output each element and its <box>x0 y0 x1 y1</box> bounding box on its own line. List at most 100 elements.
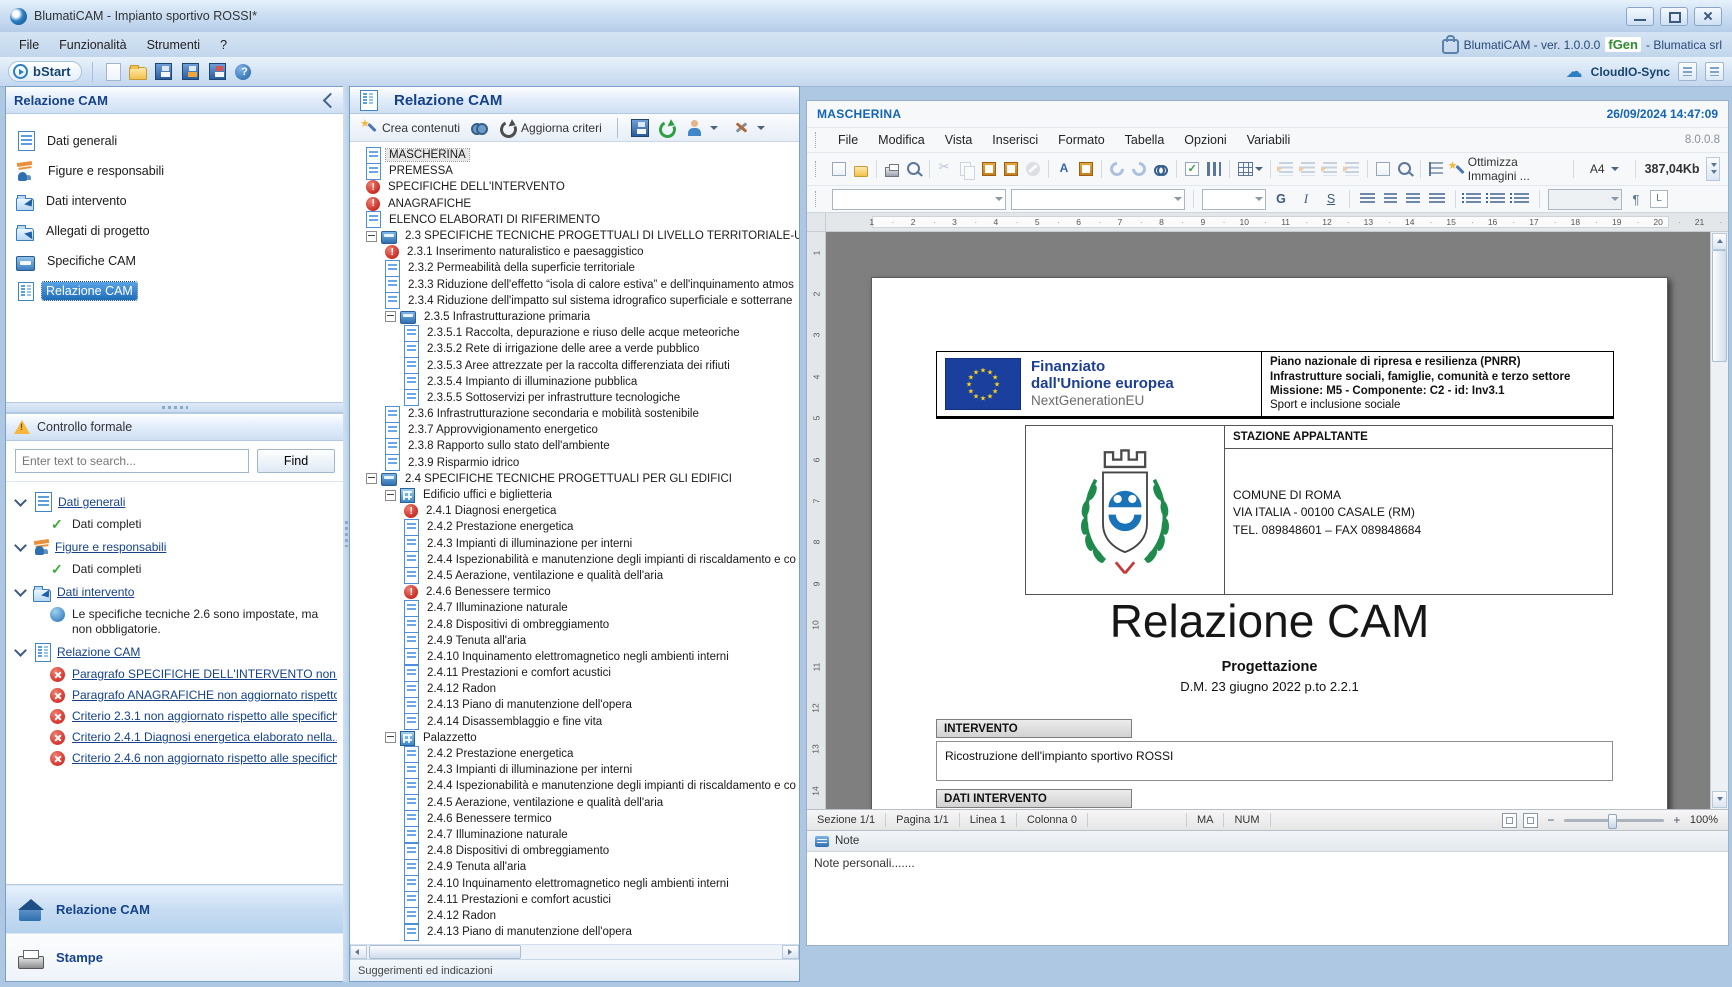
tree-item[interactable]: 2.4.3 Impianti di illuminazione per inte… <box>352 536 799 552</box>
scrollbar-thumb[interactable] <box>1712 250 1727 362</box>
justify-button[interactable] <box>1429 193 1445 205</box>
align-center-button[interactable] <box>1384 193 1397 205</box>
align-left-button[interactable] <box>1360 193 1375 205</box>
tree-item[interactable]: 2.4 SPECIFICHE TECNICHE PROGETTUALI PER … <box>352 471 799 487</box>
page-format-select[interactable]: A4 <box>1583 159 1626 179</box>
zoom-in-button[interactable]: + <box>1670 814 1684 826</box>
editor-menu-item[interactable]: Inserisci <box>983 131 1047 149</box>
tree-item[interactable]: 2.4.9 Tenuta all'aria <box>352 859 799 875</box>
tree-item[interactable]: 2.4.12 Radon <box>352 908 799 924</box>
tree-item[interactable]: 2.4.8 Dispositivi di ombreggiamento <box>352 843 799 859</box>
controllo-group-link[interactable]: Dati intervento <box>57 585 134 599</box>
tree-item[interactable]: 2.3.5 Infrastrutturazione primaria <box>352 309 799 325</box>
save-button[interactable] <box>155 63 172 80</box>
controllo-message[interactable]: Criterio 2.4.6 non aggiornato rispetto a… <box>12 748 338 769</box>
tree-item[interactable]: 2.4.1 Diagnosi energetica <box>352 503 799 519</box>
decrease-indent-button[interactable] <box>1276 159 1296 179</box>
tree-item[interactable]: 2.3 SPECIFICHE TECNICHE PROGETTUALI DI L… <box>352 228 799 244</box>
tree-item[interactable]: 2.3.5.4 Impianto di illuminazione pubbli… <box>352 374 799 390</box>
tools-menu-button[interactable] <box>729 117 769 138</box>
aggiorna-criteri-button[interactable]: Aggiorna criteri <box>495 117 606 139</box>
tree-expander-icon[interactable] <box>366 473 377 484</box>
spellcheck-button[interactable] <box>1182 159 1202 179</box>
bottom-nav-item[interactable]: Relazione CAM <box>6 885 344 933</box>
controllo-message[interactable]: Paragrafo ANAGRAFICHE non aggiornato ris… <box>12 685 338 706</box>
controllo-message[interactable]: Dati completi <box>12 559 338 580</box>
tree-item[interactable]: Edificio uffici e biglietteria <box>352 487 799 503</box>
tree-item[interactable]: 2.3.5.2 Rete di irrigazione delle aree a… <box>352 341 799 357</box>
horizontal-ruler[interactable]: 123456789101112131415161718192021 <box>807 213 1728 232</box>
note-textarea[interactable]: Note personali....... <box>807 852 1728 945</box>
font-size-select[interactable] <box>1202 189 1266 210</box>
sidebar-item[interactable]: Dati generali <box>6 126 344 156</box>
paste-text-button[interactable] <box>1001 159 1021 179</box>
zoom-slider[interactable] <box>1564 819 1664 822</box>
search-contents-button[interactable] <box>471 119 488 136</box>
multilevel-list-button[interactable] <box>1514 193 1529 205</box>
editor-menu-item[interactable]: Formato <box>1049 131 1114 149</box>
contact-card-button[interactable] <box>1678 62 1697 81</box>
zoom-out-button[interactable]: − <box>1544 814 1558 826</box>
tree-item[interactable]: 2.3.2 Permeabilità della superficie terr… <box>352 260 799 276</box>
tree-expander-icon[interactable] <box>385 732 396 743</box>
tree-item[interactable]: 2.3.5.3 Aree attrezzate per la raccolta … <box>352 357 799 373</box>
controllo-message[interactable]: Dati completi <box>12 514 338 535</box>
editor-menu-item[interactable]: Variabili <box>1238 131 1300 149</box>
editor-menu-item[interactable]: File <box>829 131 867 149</box>
horizontal-scrollbar[interactable] <box>350 944 799 959</box>
fit-page-icon[interactable] <box>1502 813 1517 828</box>
italic-button[interactable]: I <box>1296 189 1316 209</box>
editor-menu-item[interactable]: Opzioni <box>1175 131 1235 149</box>
tree-item[interactable]: 2.4.12 Radon <box>352 681 799 697</box>
collapse-sidebar-icon[interactable] <box>323 92 339 108</box>
bullet-list-button[interactable] <box>1466 193 1481 205</box>
tree-item[interactable]: PREMESSA <box>352 163 799 179</box>
tree-item[interactable]: 2.3.3 Riduzione dell'effetto “isola di c… <box>352 277 799 293</box>
sidebar-item[interactable]: Dati intervento <box>6 186 344 216</box>
tree-expander-icon[interactable] <box>366 231 377 242</box>
tree-item[interactable]: ELENCO ELABORATI DI RIFERIMENTO <box>352 212 799 228</box>
cut-button[interactable] <box>935 159 955 179</box>
redo-button[interactable] <box>1129 159 1149 179</box>
open-document-button[interactable] <box>851 159 871 179</box>
tree-item[interactable]: 2.4.7 Illuminazione naturale <box>352 827 799 843</box>
tree-item[interactable]: 2.4.9 Tenuta all'aria <box>352 633 799 649</box>
close-button[interactable] <box>1694 7 1722 26</box>
insert-table-button[interactable] <box>1235 159 1265 179</box>
numbered-list-button[interactable] <box>1490 193 1505 205</box>
find-button[interactable] <box>1151 159 1171 179</box>
controllo-message[interactable]: Paragrafo SPECIFICHE DELL'INTERVENTO non… <box>12 664 338 685</box>
controllo-group-link[interactable]: Dati generali <box>58 495 125 509</box>
show-formatting-button[interactable]: ¶ <box>1627 192 1645 207</box>
increase-indent-button[interactable] <box>1298 159 1318 179</box>
style-select[interactable] <box>1548 189 1622 210</box>
fit-width-icon[interactable] <box>1523 813 1538 828</box>
sidebar-item[interactable]: Figure e responsabili <box>6 156 344 186</box>
tree-item[interactable]: 2.4.8 Dispositivi di ombreggiamento <box>352 616 799 632</box>
outdent-button[interactable] <box>1342 159 1362 179</box>
document-map-button[interactable] <box>1426 159 1446 179</box>
print-button[interactable] <box>882 159 902 179</box>
user-menu-button[interactable] <box>682 117 722 138</box>
tree-item[interactable]: 2.4.10 Inquinamento elettromagnetico neg… <box>352 875 799 891</box>
controllo-message[interactable]: Le specifiche tecniche 2.6 sono impostat… <box>12 604 338 640</box>
tree-item[interactable]: 2.4.2 Prestazione energetica <box>352 746 799 762</box>
editor-menu-item[interactable]: Modifica <box>869 131 934 149</box>
paste-format-button[interactable] <box>1076 159 1096 179</box>
menu-item[interactable]: Funzionalità <box>50 35 135 55</box>
tree-item[interactable]: 2.4.7 Illuminazione naturale <box>352 600 799 616</box>
tree-item[interactable]: 2.4.6 Benessere termico <box>352 811 799 827</box>
tree-item[interactable]: 2.3.1 Inserimento naturalistico e paesag… <box>352 244 799 260</box>
editor-menu-item[interactable]: Tabella <box>1116 131 1174 149</box>
menu-item[interactable]: File <box>10 35 48 55</box>
tree-item[interactable]: 2.4.13 Piano di manutenzione dell'opera <box>352 924 799 940</box>
tree-item[interactable]: 2.3.4 Riduzione dell'impatto sul sistema… <box>352 293 799 309</box>
vertical-scrollbar[interactable] <box>1710 232 1728 809</box>
tree-item[interactable]: 2.3.6 Infrastrutturazione secondaria e m… <box>352 406 799 422</box>
font-family-select[interactable] <box>832 189 1006 210</box>
copy-button[interactable] <box>957 159 977 179</box>
underline-button[interactable]: S <box>1321 189 1341 209</box>
tree-item[interactable]: 2.3.8 Rapporto sullo stato dell'ambiente <box>352 438 799 454</box>
tree-item[interactable]: 2.4.5 Aerazione, ventilazione e qualità … <box>352 568 799 584</box>
tree-item[interactable]: SPECIFICHE DELL'INTERVENTO <box>352 179 799 195</box>
